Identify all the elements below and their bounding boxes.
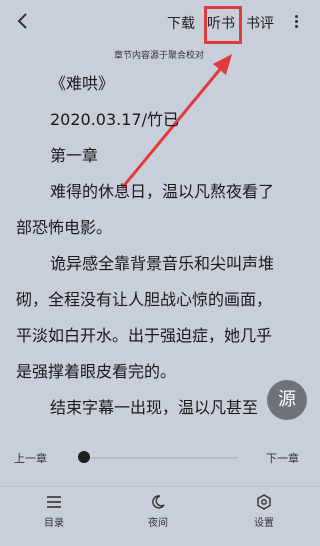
next-chapter-button[interactable]: 下一章	[266, 450, 299, 466]
settings-button[interactable]: 设置	[234, 494, 294, 529]
progress-track[interactable]	[80, 457, 238, 459]
menu-icon	[47, 496, 61, 508]
book-date-author: 2020.03.17/竹已	[50, 110, 180, 129]
settings-label: 设置	[254, 518, 274, 529]
bottom-nav: 目录 夜间 设置	[0, 486, 318, 546]
text-line: 结束字幕一出现，温以凡甚至	[50, 398, 259, 417]
chapter-title: 第一章	[50, 146, 99, 165]
text-line: 部恐怖电影。	[16, 218, 113, 237]
chapter-progress: 上一章 下一章	[0, 446, 318, 470]
night-label: 夜间	[148, 518, 168, 529]
source-fab-button[interactable]: 源	[267, 380, 307, 420]
source-note: 章节内容源于聚合校对	[113, 51, 204, 61]
catalog-button[interactable]: 目录	[24, 494, 84, 529]
prev-chapter-button[interactable]: 上一章	[14, 450, 47, 466]
text-line: 平淡如白开水。出于强迫症，她几乎	[16, 326, 273, 345]
progress-thumb[interactable]	[78, 451, 90, 463]
night-mode-button[interactable]: 夜间	[128, 494, 188, 529]
text-line: 砌，全程没有让人胆战心惊的画面，	[16, 290, 273, 309]
gear-icon	[257, 494, 271, 510]
text-line: 难得的休息日，温以凡熬夜看了	[50, 182, 275, 201]
moon-icon	[152, 495, 165, 509]
divider	[0, 486, 318, 487]
text-line: 诡异感全靠背景音乐和尖叫声堆	[50, 254, 275, 273]
text-line: 是强撑着眼皮看完的。	[16, 362, 177, 381]
catalog-label: 目录	[44, 518, 64, 529]
book-title: 《难哄》	[50, 74, 115, 93]
